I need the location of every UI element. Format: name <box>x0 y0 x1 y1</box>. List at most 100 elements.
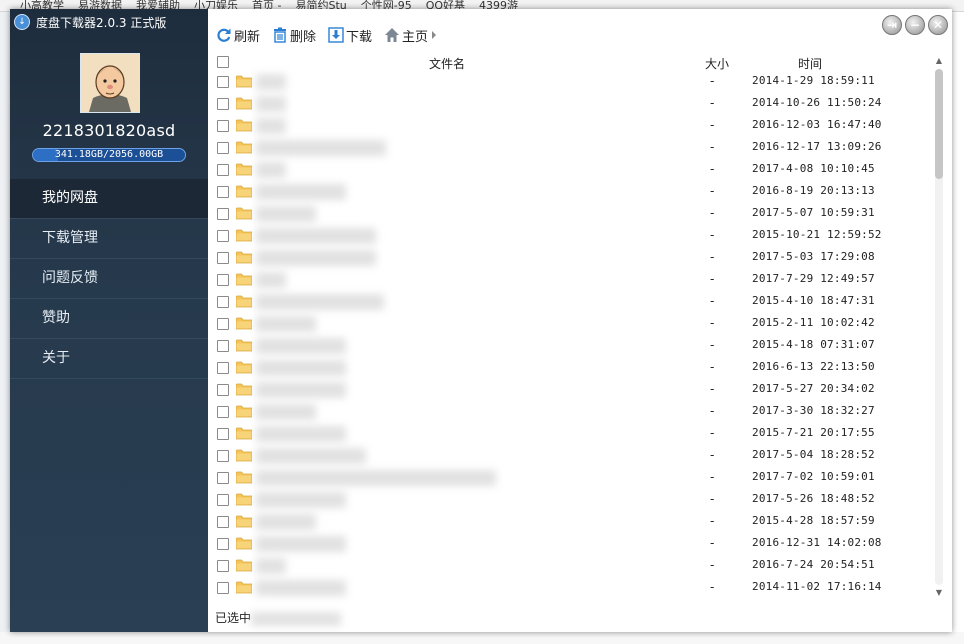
select-all-checkbox[interactable] <box>217 56 229 68</box>
file-name-redacted[interactable] <box>256 404 316 420</box>
table-row[interactable]: - 2015-2-11 10:02:42 <box>208 314 932 336</box>
refresh-button[interactable]: 刷新 <box>216 26 260 45</box>
file-name-redacted[interactable] <box>256 492 346 508</box>
row-checkbox[interactable] <box>217 296 229 308</box>
row-checkbox[interactable] <box>217 340 229 352</box>
file-time: 2015-10-21 12:59:52 <box>752 228 882 241</box>
row-checkbox[interactable] <box>217 208 229 220</box>
row-checkbox[interactable] <box>217 406 229 418</box>
row-checkbox[interactable] <box>217 186 229 198</box>
sidebar-item-sponsor[interactable]: 赞助 <box>10 299 208 339</box>
table-row[interactable]: - 2017-5-07 10:59:31 <box>208 204 932 226</box>
row-checkbox[interactable] <box>217 76 229 88</box>
row-checkbox[interactable] <box>217 472 229 484</box>
table-row[interactable]: - 2017-5-04 18:28:52 <box>208 446 932 468</box>
file-time: 2017-7-29 12:49:57 <box>752 272 875 285</box>
table-row[interactable]: - 2017-5-03 17:29:08 <box>208 248 932 270</box>
table-row[interactable]: - 2015-4-10 18:47:31 <box>208 292 932 314</box>
table-row[interactable]: - 2017-5-27 20:34:02 <box>208 380 932 402</box>
app-title-bar[interactable]: ↓ 度盘下载器2.0.3 正式版 <box>14 13 166 31</box>
row-checkbox[interactable] <box>217 98 229 110</box>
file-name-redacted[interactable] <box>256 272 286 288</box>
file-name-redacted[interactable] <box>256 470 496 486</box>
column-header-name[interactable]: 文件名 <box>429 55 465 72</box>
file-size: - <box>710 316 715 330</box>
file-name-redacted[interactable] <box>256 250 376 266</box>
delete-button[interactable]: 删除 <box>272 26 316 45</box>
file-name-redacted[interactable] <box>256 338 346 354</box>
table-row[interactable]: - 2016-7-24 20:54:51 <box>208 556 932 578</box>
row-checkbox[interactable] <box>217 494 229 506</box>
table-row[interactable]: - 2016-12-03 16:47:40 <box>208 116 932 138</box>
row-checkbox[interactable] <box>217 384 229 396</box>
column-header-time[interactable]: 时间 <box>798 55 822 72</box>
sidebar-item-feedback[interactable]: 问题反馈 <box>10 259 208 299</box>
file-name-redacted[interactable] <box>256 514 316 530</box>
file-time: 2015-2-11 10:02:42 <box>752 316 875 329</box>
file-name-redacted[interactable] <box>256 426 346 442</box>
scroll-down-arrow-icon[interactable]: ▼ <box>933 587 945 599</box>
table-row[interactable]: - 2016-12-31 14:02:08 <box>208 534 932 556</box>
row-checkbox[interactable] <box>217 318 229 330</box>
scroll-thumb[interactable] <box>935 69 943 179</box>
row-checkbox[interactable] <box>217 120 229 132</box>
download-button[interactable]: 下载 <box>328 26 372 45</box>
scroll-up-arrow-icon[interactable]: ▲ <box>933 55 945 67</box>
table-row[interactable]: - 2015-7-21 20:17:55 <box>208 424 932 446</box>
minimize-button[interactable]: − <box>905 15 925 35</box>
table-row[interactable]: - 2017-5-26 18:48:52 <box>208 490 932 512</box>
file-name-redacted[interactable] <box>256 74 286 90</box>
row-checkbox[interactable] <box>217 230 229 242</box>
row-checkbox[interactable] <box>217 538 229 550</box>
table-row[interactable]: - 2016-12-17 13:09:26 <box>208 138 932 160</box>
row-checkbox[interactable] <box>217 428 229 440</box>
avatar[interactable] <box>80 53 140 113</box>
file-name-redacted[interactable] <box>256 316 316 332</box>
column-header-size[interactable]: 大小 <box>705 55 729 72</box>
table-row[interactable]: - 2017-3-30 18:32:27 <box>208 402 932 424</box>
row-checkbox[interactable] <box>217 164 229 176</box>
sidebar-item-about[interactable]: 关于 <box>10 339 208 379</box>
row-checkbox[interactable] <box>217 274 229 286</box>
file-name-redacted[interactable] <box>256 118 286 134</box>
table-row[interactable]: - 2015-10-21 12:59:52 <box>208 226 932 248</box>
table-row[interactable]: - 2017-7-02 10:59:01 <box>208 468 932 490</box>
vertical-scrollbar[interactable]: ▲ ▼ <box>932 55 946 599</box>
file-name-redacted[interactable] <box>256 140 386 156</box>
file-name-redacted[interactable] <box>256 580 346 596</box>
file-name-redacted[interactable] <box>256 360 346 376</box>
table-row[interactable]: - 2017-7-29 12:49:57 <box>208 270 932 292</box>
row-checkbox[interactable] <box>217 142 229 154</box>
file-name-redacted[interactable] <box>256 294 384 310</box>
file-name-redacted[interactable] <box>256 382 346 398</box>
table-row[interactable]: - 2017-4-08 10:10:45 <box>208 160 932 182</box>
row-checkbox[interactable] <box>217 582 229 594</box>
file-name-redacted[interactable] <box>256 162 286 178</box>
table-row[interactable]: - 2014-10-26 11:50:24 <box>208 94 932 116</box>
table-row[interactable]: - 2014-1-29 18:59:11 <box>208 72 932 94</box>
file-size: - <box>710 206 715 220</box>
logout-button[interactable]: ⇥ <box>882 15 902 35</box>
file-name-redacted[interactable] <box>256 206 316 222</box>
row-checkbox[interactable] <box>217 362 229 374</box>
file-name-redacted[interactable] <box>256 96 286 112</box>
close-button[interactable]: ✕ <box>928 15 948 35</box>
file-name-redacted[interactable] <box>256 536 346 552</box>
sidebar-item-download-manager[interactable]: 下载管理 <box>10 219 208 259</box>
home-button[interactable]: 主页 <box>384 26 438 45</box>
row-checkbox[interactable] <box>217 516 229 528</box>
row-checkbox[interactable] <box>217 252 229 264</box>
folder-icon <box>236 207 252 220</box>
file-name-redacted[interactable] <box>256 184 346 200</box>
table-row[interactable]: - 2015-4-18 07:31:07 <box>208 336 932 358</box>
row-checkbox[interactable] <box>217 450 229 462</box>
file-name-redacted[interactable] <box>256 228 376 244</box>
row-checkbox[interactable] <box>217 560 229 572</box>
table-row[interactable]: - 2016-6-13 22:13:50 <box>208 358 932 380</box>
table-row[interactable]: - 2014-11-02 17:16:14 <box>208 578 932 600</box>
sidebar-item-my-disk[interactable]: 我的网盘 <box>10 179 208 219</box>
file-name-redacted[interactable] <box>256 558 286 574</box>
table-row[interactable]: - 2015-4-28 18:57:59 <box>208 512 932 534</box>
table-row[interactable]: - 2016-8-19 20:13:13 <box>208 182 932 204</box>
file-name-redacted[interactable] <box>256 448 366 464</box>
